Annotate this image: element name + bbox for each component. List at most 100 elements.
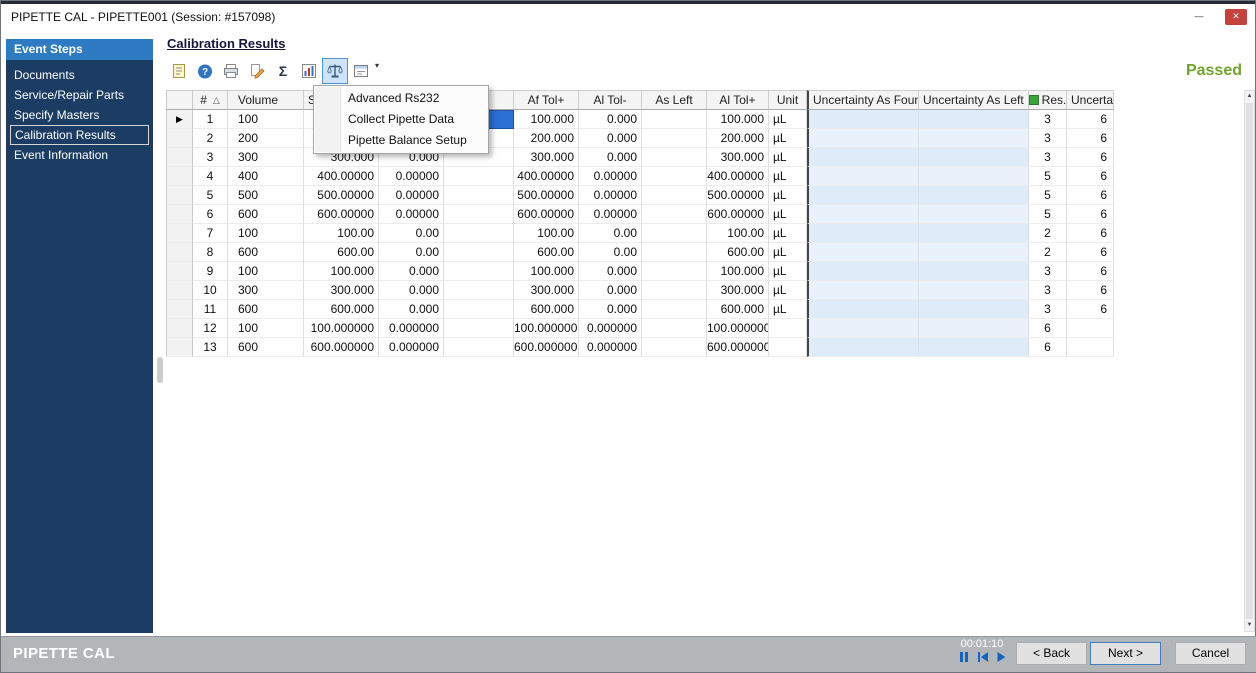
sidebar-item-documents[interactable]: Documents bbox=[10, 65, 149, 85]
cell-ual[interactable] bbox=[919, 300, 1029, 319]
cell-altolp[interactable]: 600.000 bbox=[707, 300, 769, 319]
cell-c2[interactable] bbox=[444, 205, 514, 224]
cell-unit[interactable]: µL bbox=[769, 167, 807, 186]
cell-altolp[interactable]: 100.000 bbox=[707, 110, 769, 129]
cell-unit[interactable]: µL bbox=[769, 281, 807, 300]
report-button[interactable] bbox=[296, 58, 322, 84]
column-header-volume[interactable]: Volume bbox=[228, 90, 304, 110]
cell-ual[interactable] bbox=[919, 262, 1029, 281]
cell-asleft[interactable] bbox=[642, 129, 707, 148]
cell-unc[interactable]: 6 bbox=[1067, 224, 1114, 243]
cell-altolp[interactable]: 100.00 bbox=[707, 224, 769, 243]
cell-num[interactable]: 10 bbox=[193, 281, 228, 300]
cell-altoln[interactable]: 0.00000 bbox=[579, 205, 642, 224]
cell-res[interactable]: 5 bbox=[1029, 205, 1067, 224]
cell-altoln[interactable]: 0.00000 bbox=[579, 167, 642, 186]
cell-uaf[interactable] bbox=[807, 319, 919, 338]
cell-uaf[interactable] bbox=[807, 262, 919, 281]
cell-volume[interactable]: 200 bbox=[228, 129, 304, 148]
cell-c1[interactable]: 0.00000 bbox=[379, 186, 444, 205]
cell-c1[interactable]: 0.000000 bbox=[379, 319, 444, 338]
cell-num[interactable]: 6 bbox=[193, 205, 228, 224]
cell-ual[interactable] bbox=[919, 110, 1029, 129]
cell-unit[interactable]: µL bbox=[769, 262, 807, 281]
cell-volume[interactable]: 300 bbox=[228, 281, 304, 300]
cell-unc[interactable]: 6 bbox=[1067, 186, 1114, 205]
cell-num[interactable]: 11 bbox=[193, 300, 228, 319]
cell-c1[interactable]: 0.00000 bbox=[379, 167, 444, 186]
cell-aftolp[interactable]: 300.000 bbox=[514, 148, 579, 167]
cell-num[interactable]: 1 bbox=[193, 110, 228, 129]
cell-setpoint[interactable]: 500.00000 bbox=[304, 186, 379, 205]
cell-c1[interactable]: 0.00000 bbox=[379, 205, 444, 224]
skip-start-icon[interactable] bbox=[976, 651, 989, 666]
cell-c2[interactable] bbox=[444, 300, 514, 319]
column-header-asleft[interactable]: As Left bbox=[642, 90, 707, 110]
cancel-button[interactable]: Cancel bbox=[1175, 642, 1246, 665]
cell-aftolp[interactable]: 500.00000 bbox=[514, 186, 579, 205]
cell-volume[interactable]: 100 bbox=[228, 224, 304, 243]
cell-volume[interactable]: 400 bbox=[228, 167, 304, 186]
cell-aftolp[interactable]: 100.00 bbox=[514, 224, 579, 243]
cell-num[interactable]: 12 bbox=[193, 319, 228, 338]
cell-uaf[interactable] bbox=[807, 110, 919, 129]
cell-aftolp[interactable]: 600.00 bbox=[514, 243, 579, 262]
column-header-num[interactable]: #△ bbox=[193, 90, 228, 110]
cell-c2[interactable] bbox=[444, 224, 514, 243]
cell-c1[interactable]: 0.000000 bbox=[379, 338, 444, 357]
cell-setpoint[interactable]: 600.000000 bbox=[304, 338, 379, 357]
cell-unc[interactable]: 6 bbox=[1067, 205, 1114, 224]
cell-res[interactable]: 3 bbox=[1029, 262, 1067, 281]
cell-volume[interactable]: 100 bbox=[228, 262, 304, 281]
cell-aftolp[interactable]: 100.000 bbox=[514, 262, 579, 281]
cell-asleft[interactable] bbox=[642, 262, 707, 281]
cell-c2[interactable] bbox=[444, 243, 514, 262]
pause-icon[interactable] bbox=[958, 651, 970, 666]
cell-c1[interactable]: 0.00 bbox=[379, 243, 444, 262]
cell-altolp[interactable]: 600.000000 bbox=[707, 338, 769, 357]
cell-res[interactable]: 6 bbox=[1029, 338, 1067, 357]
cell-unit[interactable]: µL bbox=[769, 300, 807, 319]
cell-uaf[interactable] bbox=[807, 205, 919, 224]
cell-asleft[interactable] bbox=[642, 224, 707, 243]
column-header-ual[interactable]: Uncertainty As Left bbox=[919, 90, 1029, 110]
cell-unc[interactable]: 6 bbox=[1067, 167, 1114, 186]
cell-ual[interactable] bbox=[919, 129, 1029, 148]
cell-volume[interactable]: 100 bbox=[228, 319, 304, 338]
cell-unit[interactable] bbox=[769, 338, 807, 357]
cell-num[interactable]: 2 bbox=[193, 129, 228, 148]
cell-altoln[interactable]: 0.00 bbox=[579, 224, 642, 243]
cell-unit[interactable] bbox=[769, 319, 807, 338]
cell-unc[interactable]: 6 bbox=[1067, 129, 1114, 148]
cell-num[interactable]: 3 bbox=[193, 148, 228, 167]
cell-unit[interactable]: µL bbox=[769, 110, 807, 129]
cell-unc[interactable]: 6 bbox=[1067, 148, 1114, 167]
cell-num[interactable]: 13 bbox=[193, 338, 228, 357]
cell-aftolp[interactable]: 600.000000 bbox=[514, 338, 579, 357]
cell-ual[interactable] bbox=[919, 148, 1029, 167]
cell-unc[interactable]: 6 bbox=[1067, 300, 1114, 319]
cell-asleft[interactable] bbox=[642, 300, 707, 319]
cell-uaf[interactable] bbox=[807, 129, 919, 148]
cell-num[interactable]: 4 bbox=[193, 167, 228, 186]
column-header-res[interactable]: Res. bbox=[1029, 90, 1067, 110]
scroll-down-icon[interactable]: ▼ bbox=[1245, 620, 1254, 631]
row-selector-cell[interactable] bbox=[166, 148, 193, 167]
cell-unit[interactable]: µL bbox=[769, 148, 807, 167]
cell-setpoint[interactable]: 600.00 bbox=[304, 243, 379, 262]
cell-num[interactable]: 9 bbox=[193, 262, 228, 281]
column-header-aftolp[interactable]: Af Tol+ bbox=[514, 90, 579, 110]
cell-res[interactable]: 6 bbox=[1029, 319, 1067, 338]
cell-altolp[interactable]: 100.000 bbox=[707, 262, 769, 281]
cell-aftolp[interactable]: 100.000 bbox=[514, 110, 579, 129]
cell-res[interactable]: 5 bbox=[1029, 167, 1067, 186]
cell-c2[interactable] bbox=[444, 319, 514, 338]
cell-asleft[interactable] bbox=[642, 338, 707, 357]
column-header-sel[interactable] bbox=[166, 90, 193, 110]
cell-unc[interactable]: 6 bbox=[1067, 262, 1114, 281]
cell-ual[interactable] bbox=[919, 186, 1029, 205]
cell-setpoint[interactable]: 600.00000 bbox=[304, 205, 379, 224]
cell-altoln[interactable]: 0.000 bbox=[579, 281, 642, 300]
minimize-icon[interactable]: — bbox=[1189, 9, 1209, 25]
cell-uaf[interactable] bbox=[807, 338, 919, 357]
